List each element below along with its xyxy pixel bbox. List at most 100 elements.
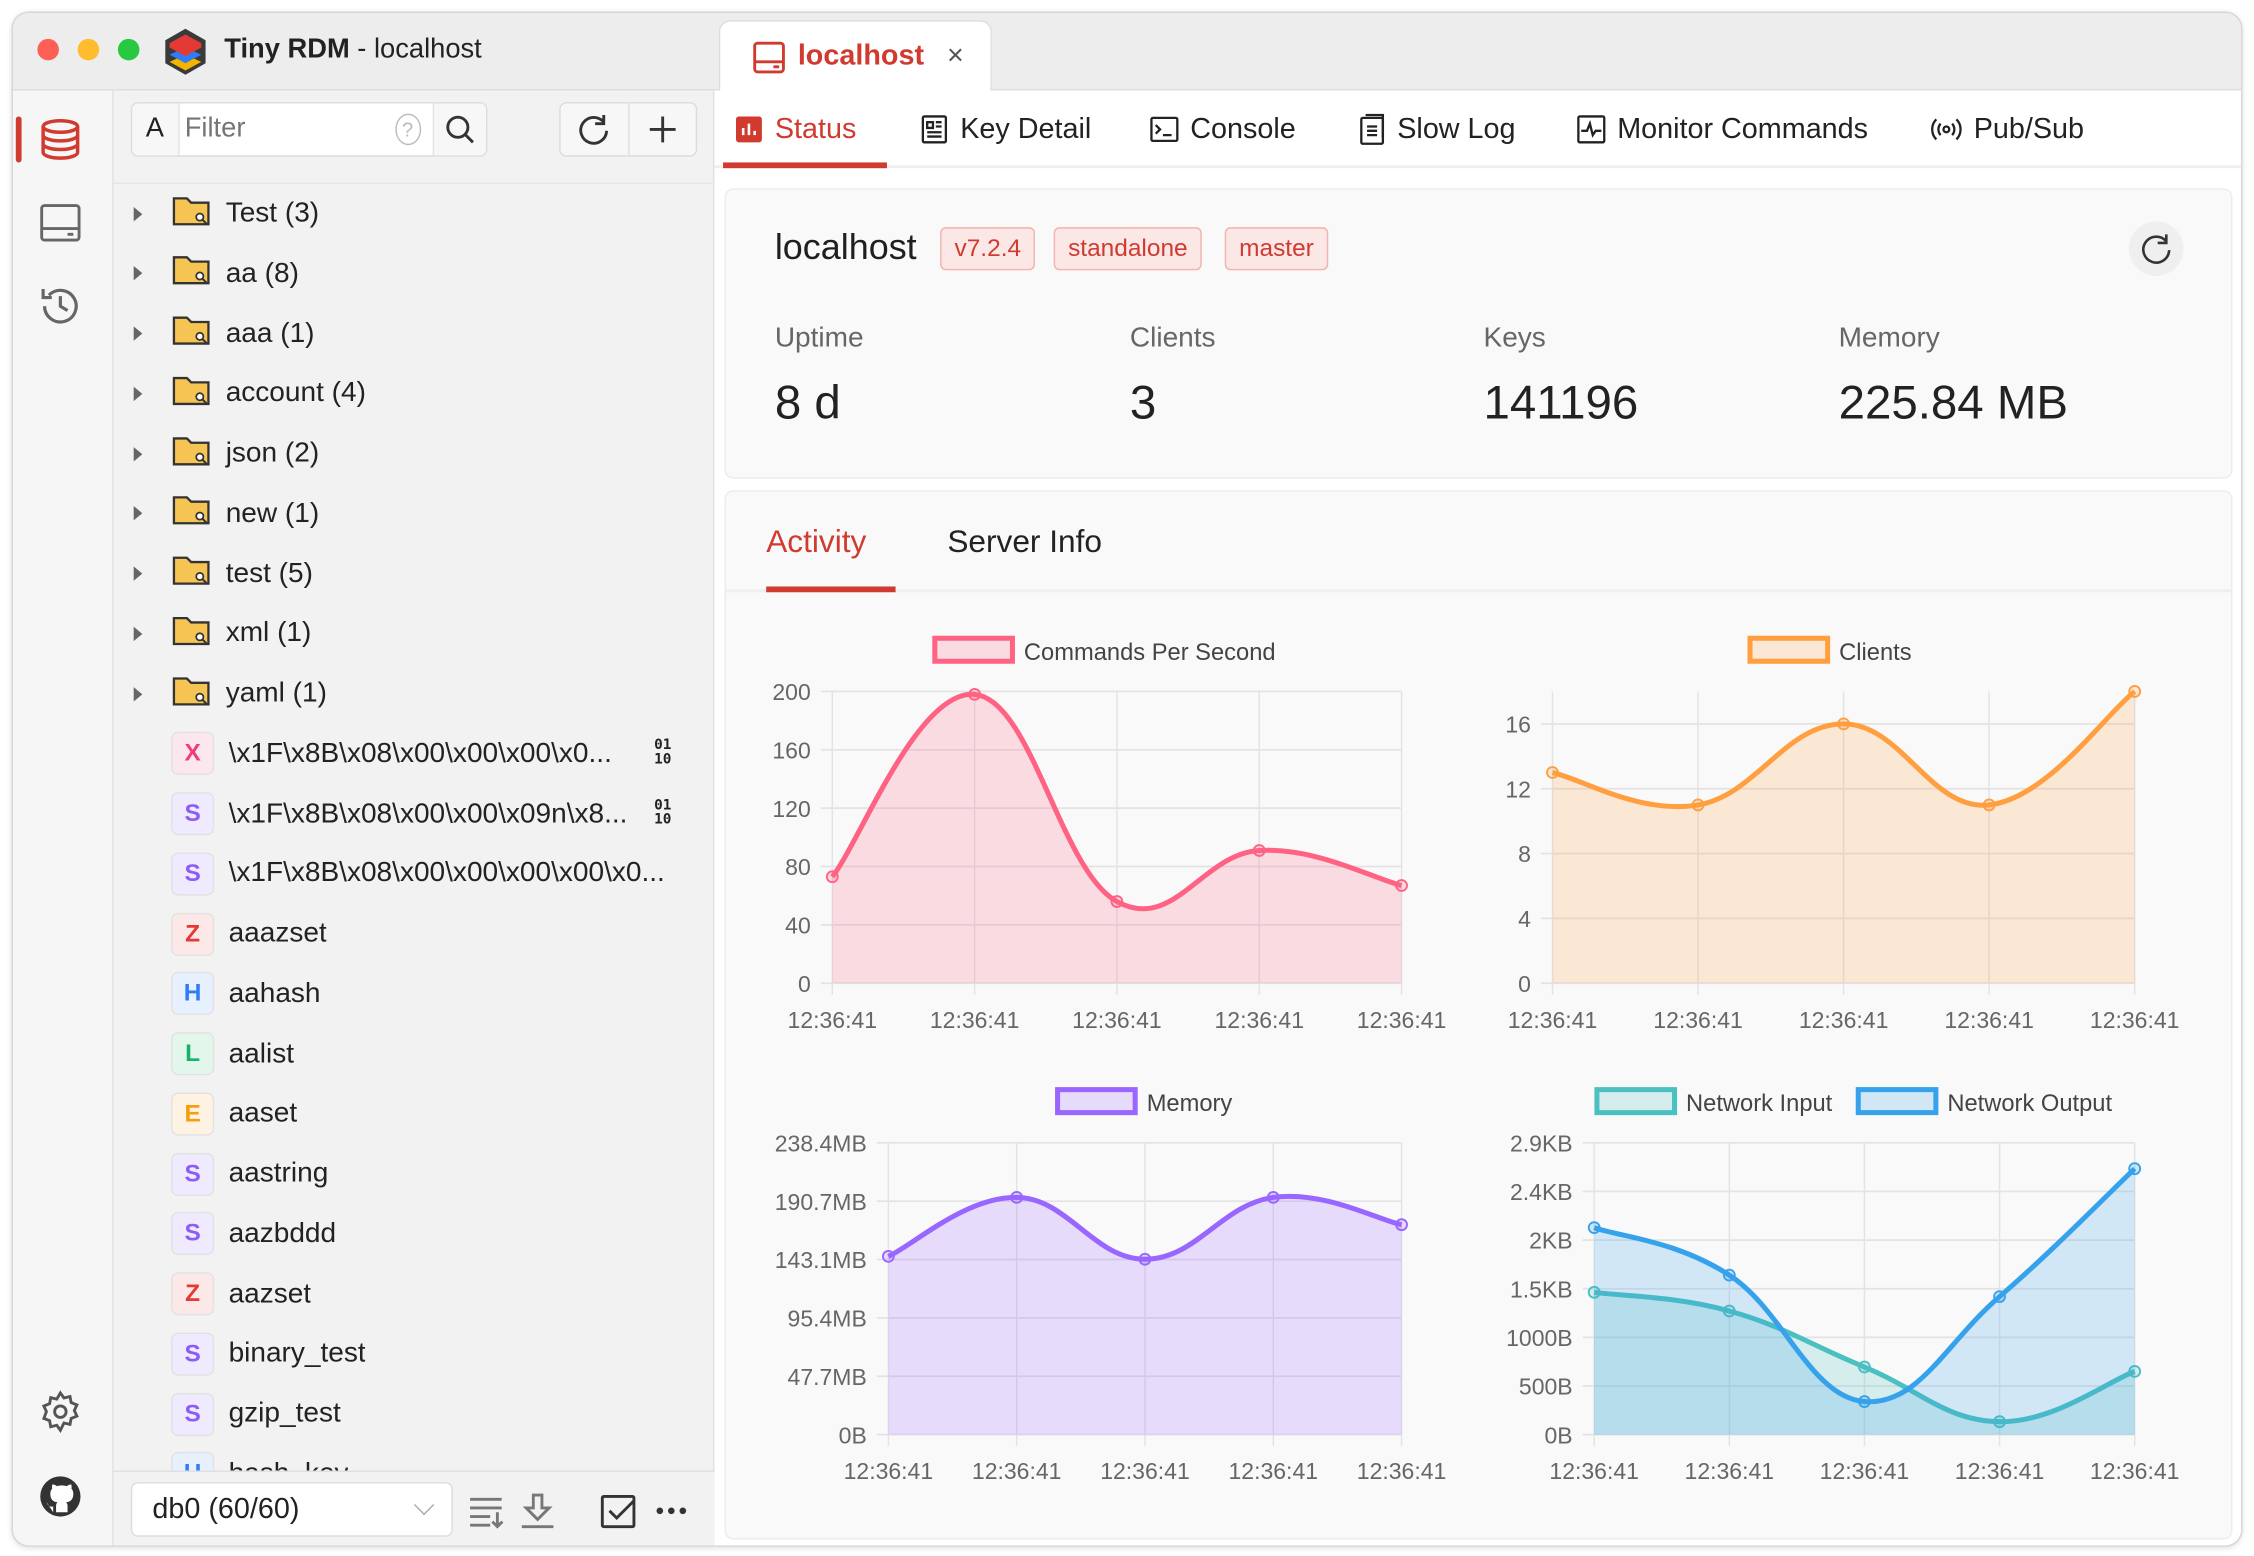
folder-row[interactable]: aa (8) — [114, 245, 715, 303]
key-row[interactable]: Sbinary_test — [114, 1325, 715, 1383]
add-key-button[interactable] — [627, 103, 695, 156]
filter-type-icon[interactable] — [467, 1492, 504, 1529]
tab-monitor-commands[interactable]: Monitor Commands — [1577, 91, 1868, 169]
key-row[interactable]: Hhash_key — [114, 1445, 715, 1471]
pubsub-icon — [1931, 115, 1963, 144]
tab-console[interactable]: Console — [1150, 91, 1296, 169]
tab-label: Console — [1190, 112, 1296, 145]
folder-row[interactable]: test (5) — [114, 545, 715, 603]
folder-icon — [171, 552, 211, 595]
import-icon[interactable] — [519, 1492, 556, 1529]
folder-row[interactable]: aaa (1) — [114, 305, 715, 363]
window-subtitle: - localhost — [357, 34, 482, 65]
app-window: Tiny RDM - localhost localhost × A ? — [11, 11, 2243, 1547]
stat-label: Keys — [1483, 322, 1546, 354]
key-name: aazset — [228, 1277, 312, 1309]
server-icon[interactable] — [36, 198, 85, 247]
expand-arrow-icon[interactable] — [133, 326, 143, 341]
tab-key-detail[interactable]: Key Detail — [920, 91, 1091, 169]
stat-value: 3 — [1129, 375, 1157, 429]
search-icon — [446, 115, 474, 144]
key-row[interactable]: Haahash — [114, 965, 715, 1023]
key-type-badge: S — [171, 1152, 215, 1196]
expand-arrow-icon[interactable] — [133, 446, 143, 461]
filter-mode-toggle[interactable]: A — [132, 103, 179, 156]
tab-status[interactable]: Status — [735, 91, 856, 169]
tab-activity[interactable]: Activity — [766, 523, 866, 560]
close-tab-icon[interactable]: × — [947, 40, 964, 73]
folder-row[interactable]: Test (3) — [114, 185, 715, 243]
folder-row[interactable]: yaml (1) — [114, 665, 715, 723]
key-name: \x1F\x8B\x08\x00\x00\x00\x00\x0... — [228, 857, 665, 889]
key-name: aahash — [228, 977, 321, 1009]
settings-icon[interactable] — [36, 1387, 85, 1436]
help-icon[interactable]: ? — [394, 113, 421, 146]
close-window-button[interactable] — [37, 38, 59, 61]
content-tabs: Status Key Detail Console Slow Log Monitor C… — [714, 91, 2242, 169]
database-select[interactable]: db0 (60/60) — [130, 1482, 453, 1537]
key-type-badge: H — [171, 972, 215, 1016]
key-name: \x1F\x8B\x08\x00\x00\x09n\x8... — [228, 797, 628, 829]
key-row[interactable]: Eaaset — [114, 1085, 715, 1143]
expand-arrow-icon[interactable] — [133, 386, 143, 401]
key-row[interactable]: Sgzip_test — [114, 1385, 715, 1443]
screen: Tiny RDM - localhost localhost × A ? — [0, 0, 2254, 1556]
key-row[interactable]: Saastring — [114, 1145, 715, 1203]
expand-arrow-icon[interactable] — [133, 266, 143, 281]
reload-button[interactable] — [561, 104, 628, 156]
server-status-card: localhost v7.2.4 standalone master Uptim… — [724, 188, 2233, 479]
expand-arrow-icon[interactable] — [133, 626, 143, 641]
tab-pub-sub[interactable]: Pub/Sub — [1931, 91, 2084, 169]
stat-keys: Keys 141196 — [1484, 322, 1639, 430]
refresh-button[interactable] — [2128, 221, 2184, 276]
key-name: aazbddd — [228, 1217, 337, 1249]
role-tag: master — [1224, 227, 1329, 271]
folder-icon — [171, 372, 211, 415]
expand-arrow-icon[interactable] — [133, 566, 143, 581]
connection-tab[interactable]: localhost × — [718, 20, 992, 92]
history-icon[interactable] — [36, 282, 85, 331]
expand-arrow-icon[interactable] — [133, 206, 143, 221]
console-icon — [1150, 115, 1179, 144]
batch-check-icon[interactable] — [599, 1492, 636, 1529]
plus-icon — [649, 116, 676, 143]
key-type-badge: X — [171, 732, 215, 776]
binary-icon: 01 10 — [654, 799, 671, 828]
expand-arrow-icon[interactable] — [133, 686, 143, 701]
more-icon[interactable] — [654, 1492, 689, 1529]
activity-card: Activity Server Info — [724, 490, 2233, 1540]
folder-label: aaa (1) — [225, 316, 315, 349]
filter-input[interactable] — [178, 113, 395, 146]
key-row[interactable]: Zaaazset — [114, 905, 715, 963]
key-row[interactable]: Zaazset — [114, 1265, 715, 1323]
database-icon[interactable] — [36, 115, 85, 164]
key-row[interactable]: S \x1F\x8B\x08\x00\x00\x09n\x8... 01 10 — [114, 785, 715, 843]
key-name: hash_key — [229, 1457, 349, 1470]
folder-row[interactable]: account (4) — [114, 365, 715, 423]
key-name: \x1F\x8B\x08\x00\x00\x00\x0... — [228, 737, 612, 769]
key-type-badge: E — [171, 1092, 215, 1136]
server-icon — [753, 40, 785, 73]
folder-icon — [171, 252, 211, 295]
folder-row[interactable]: json (2) — [114, 425, 715, 483]
key-row[interactable]: Saazbddd — [114, 1205, 715, 1263]
key-row[interactable]: Laalist — [114, 1025, 715, 1083]
app-name: Tiny RDM — [224, 34, 350, 65]
github-icon[interactable] — [36, 1472, 85, 1521]
folder-row[interactable]: new (1) — [114, 485, 715, 543]
folder-row[interactable]: xml (1) — [114, 605, 715, 663]
key-row[interactable]: X \x1F\x8B\x08\x00\x00\x00\x0... 01 10 — [114, 725, 715, 783]
tab-slow-log[interactable]: Slow Log — [1360, 91, 1516, 169]
minimize-window-button[interactable] — [77, 38, 100, 61]
tab-server-info[interactable]: Server Info — [947, 523, 1102, 560]
search-button[interactable] — [432, 103, 486, 156]
expand-arrow-icon[interactable] — [133, 506, 143, 521]
key-type-badge: Z — [171, 1272, 215, 1316]
binary-icon-bottom: 10 — [654, 812, 672, 828]
sidebar-actions — [559, 102, 698, 157]
key-row[interactable]: S \x1F\x8B\x08\x00\x00\x00\x00\x0... — [114, 845, 715, 903]
maximize-window-button[interactable] — [117, 38, 140, 61]
slow-log-icon — [1360, 113, 1386, 146]
folder-label: account (4) — [225, 376, 366, 409]
active-tab-indicator — [766, 586, 896, 593]
